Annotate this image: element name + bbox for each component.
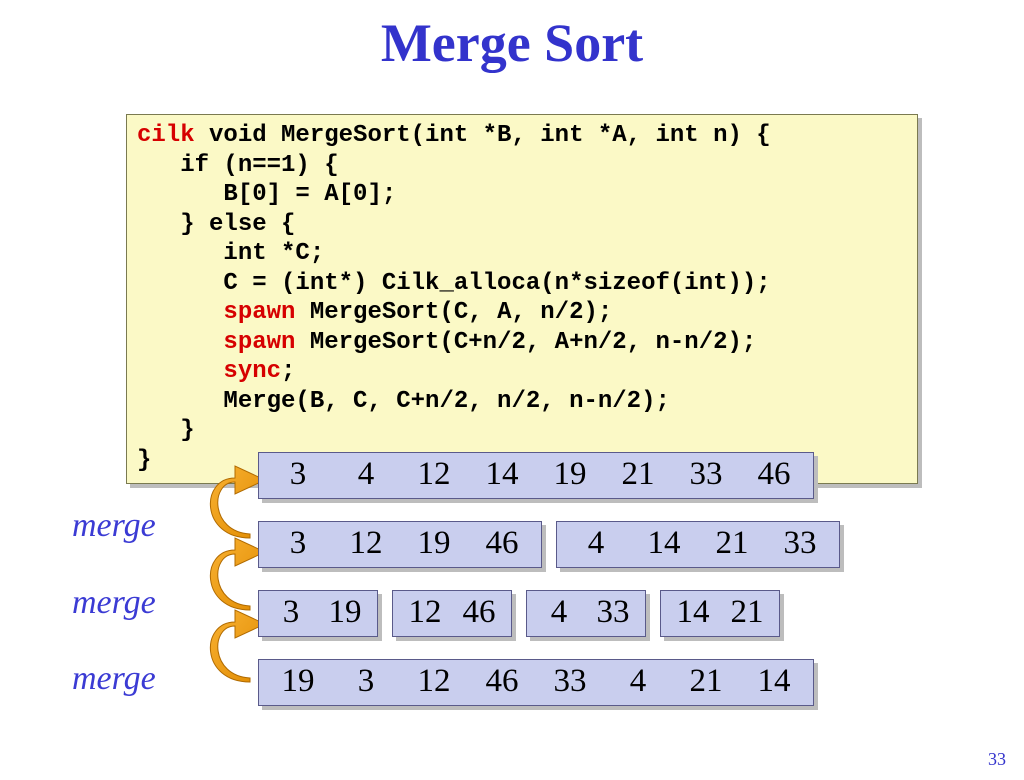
merge-labels: merge merge merge xyxy=(72,488,156,718)
cell: 4 xyxy=(337,456,395,493)
cell: 3 xyxy=(269,594,313,631)
array-box: 3 12 19 46 xyxy=(258,521,542,568)
array-row: 3 4 12 14 19 21 33 46 xyxy=(258,452,840,499)
cell: 21 xyxy=(609,456,667,493)
merge-arrows xyxy=(180,460,270,750)
page-title: Merge Sort xyxy=(0,12,1024,74)
array-rows: 3 4 12 14 19 21 33 46 3 12 19 46 4 14 21… xyxy=(258,452,840,728)
cell: 4 xyxy=(609,663,667,700)
array-box: 14 21 xyxy=(660,590,780,637)
cell: 46 xyxy=(473,663,531,700)
array-row: 3 19 12 46 4 33 14 21 xyxy=(258,590,840,637)
cell: 4 xyxy=(537,594,581,631)
array-box: 3 19 xyxy=(258,590,378,637)
array-box: 4 14 21 33 xyxy=(556,521,840,568)
cell: 19 xyxy=(323,594,367,631)
cell: 14 xyxy=(671,594,715,631)
cell: 14 xyxy=(745,663,803,700)
cell: 12 xyxy=(405,663,463,700)
cell: 33 xyxy=(677,456,735,493)
cell: 19 xyxy=(269,663,327,700)
cell: 46 xyxy=(473,525,531,562)
array-row: 19 3 12 46 33 4 21 14 xyxy=(258,659,840,706)
code-line: C = (int*) Cilk_alloca(n*sizeof(int)); xyxy=(137,270,771,297)
array-box: 19 3 12 46 33 4 21 14 xyxy=(258,659,814,706)
cell: 12 xyxy=(405,456,463,493)
code-line: if (n==1) { xyxy=(137,152,339,179)
code-indent xyxy=(137,299,223,326)
cell: 3 xyxy=(337,663,395,700)
merge-label: merge xyxy=(72,565,156,642)
cell: 4 xyxy=(567,525,625,562)
cell: 3 xyxy=(269,525,327,562)
code-line: MergeSort(C+n/2, A+n/2, n-n/2); xyxy=(295,329,756,356)
merge-label: merge xyxy=(72,488,156,565)
code-indent xyxy=(137,358,223,385)
keyword-sync: sync xyxy=(223,358,281,385)
cell: 21 xyxy=(725,594,769,631)
code-line: MergeSort(C, A, n/2); xyxy=(295,299,612,326)
code-line: void MergeSort(int *B, int *A, int n) { xyxy=(195,122,771,149)
code-block: cilk void MergeSort(int *B, int *A, int … xyxy=(126,114,918,484)
array-box: 4 33 xyxy=(526,590,646,637)
code-line: } xyxy=(137,417,195,444)
page-number: 33 xyxy=(988,749,1006,770)
code-line: } else { xyxy=(137,211,295,238)
keyword-spawn: spawn xyxy=(223,329,295,356)
cell: 46 xyxy=(745,456,803,493)
code-line: int *C; xyxy=(137,240,324,267)
keyword-spawn: spawn xyxy=(223,299,295,326)
array-box: 3 4 12 14 19 21 33 46 xyxy=(258,452,814,499)
array-row: 3 12 19 46 4 14 21 33 xyxy=(258,521,840,568)
cell: 33 xyxy=(541,663,599,700)
cell: 33 xyxy=(591,594,635,631)
cell: 19 xyxy=(541,456,599,493)
cell: 14 xyxy=(473,456,531,493)
cell: 33 xyxy=(771,525,829,562)
code-indent xyxy=(137,329,223,356)
cell: 14 xyxy=(635,525,693,562)
keyword-cilk: cilk xyxy=(137,122,195,149)
cell: 21 xyxy=(677,663,735,700)
merge-label: merge xyxy=(72,641,156,718)
cell: 46 xyxy=(457,594,501,631)
code-line: ; xyxy=(281,358,295,385)
cell: 12 xyxy=(337,525,395,562)
code-line: Merge(B, C, C+n/2, n/2, n-n/2); xyxy=(137,388,670,415)
code-line: B[0] = A[0]; xyxy=(137,181,396,208)
cell: 21 xyxy=(703,525,761,562)
cell: 12 xyxy=(403,594,447,631)
code-line: } xyxy=(137,447,151,474)
array-box: 12 46 xyxy=(392,590,512,637)
cell: 3 xyxy=(269,456,327,493)
cell: 19 xyxy=(405,525,463,562)
